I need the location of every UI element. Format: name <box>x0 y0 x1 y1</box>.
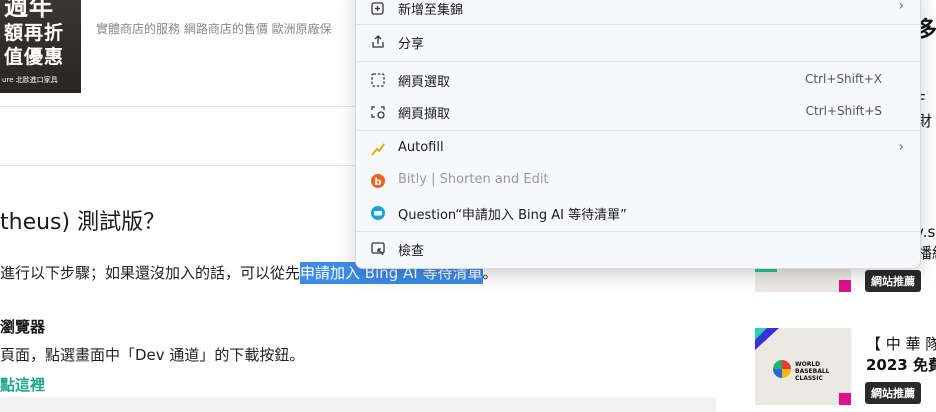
divider <box>0 165 360 166</box>
question-icon <box>371 206 385 220</box>
menu-item-label: Question“申請加入 Bing AI 等待清單” <box>398 208 627 223</box>
bitly-icon: b <box>371 174 385 188</box>
menu-item-bitly[interactable]: b Bitly | Shorten and Edit <box>356 166 920 196</box>
menu-item-label: 網頁選取 <box>398 75 451 90</box>
menu-item-label: Autofill <box>398 140 444 155</box>
ad-thumbnail[interactable]: 週年 額再折 值優惠 ure 北歐進口家具 <box>0 0 81 93</box>
chevron-right-icon: › <box>898 0 904 14</box>
menu-item-autofill[interactable]: Autofill › <box>356 134 920 164</box>
menu-item-label: Bitly | Shorten and Edit <box>398 172 549 187</box>
menu-item-web-select[interactable]: 網頁選取 Ctrl+Shift+X <box>356 65 920 95</box>
menu-item-label: 網頁擷取 <box>398 107 451 122</box>
ad-subline: ure 北歐進口家具 <box>2 76 58 84</box>
menu-separator <box>356 231 920 232</box>
menu-separator <box>356 61 920 62</box>
menu-item-inspect[interactable]: 檢查 <box>356 234 920 264</box>
menu-item-shortcut: Ctrl+Shift+X <box>805 72 882 86</box>
wbc-logo-icon <box>773 360 791 378</box>
inspect-icon <box>371 242 385 256</box>
menu-item-label: 新增至集錦 <box>398 3 464 18</box>
menu-item-question[interactable]: Question“申請加入 Bing AI 等待清單” <box>356 198 920 228</box>
ad-title-3: 值優惠 <box>4 46 65 68</box>
ad-title-1: 週年 <box>4 0 54 21</box>
menu-item-shortcut: Ctrl+Shift+S <box>805 104 882 118</box>
menu-item-label: 檢查 <box>398 244 425 259</box>
menu-item-share[interactable]: 分享 <box>356 27 920 57</box>
web-select-icon <box>371 73 385 87</box>
chevron-right-icon: › <box>898 139 904 155</box>
wbc-logo-text: WORLD BASEBALL CLASSIC <box>795 361 830 382</box>
article-heading: theus) 測試版？ <box>0 210 166 235</box>
code-block <box>0 397 716 412</box>
menu-item-label: 分享 <box>398 37 425 52</box>
thumbnail-accent <box>839 280 851 292</box>
web-capture-icon <box>371 106 385 119</box>
menu-item-add-to-collection[interactable]: 新增至集錦 › <box>356 0 920 23</box>
add-to-collection-icon <box>371 2 384 15</box>
context-menu: 新增至集錦 › 分享 網頁選取 Ctrl+Shift+X 網頁擷取 Ctrl+S… <box>355 0 921 269</box>
article-subheading: 瀏覽器 <box>0 318 46 336</box>
menu-item-web-capture[interactable]: 網頁擷取 Ctrl+Shift+S <box>356 97 920 127</box>
ad-title-2: 額再折 <box>4 22 65 44</box>
article-paragraph-2: 頁面，點選畫面中「Dev 通道」的下載按鈕。 <box>0 346 305 364</box>
sidebar-thumbnail-wbc[interactable]: WORLD BASEBALL CLASSIC <box>755 328 851 405</box>
site-recommend-badge: 網站推薦 <box>865 382 921 404</box>
paragraph-text: 進行以下步驟；如果還沒加入的話，可以從先 <box>0 264 301 282</box>
menu-separator <box>356 130 920 131</box>
site-recommend-badge: 網站推薦 <box>865 270 921 292</box>
thumbnail-accent <box>755 328 767 340</box>
menu-separator <box>356 24 920 25</box>
ad-text[interactable]: 實體商店的服務 網路商店的售價 歐洲原廠保 <box>96 20 356 37</box>
share-icon <box>372 35 384 48</box>
thumbnail-accent <box>839 393 851 405</box>
sidebar-item-3-line-2[interactable]: 2023 免費 <box>866 354 936 375</box>
sidebar-item-3-line-1[interactable]: 【 中 華 隊 <box>866 333 936 354</box>
svg-text:b: b <box>374 177 381 188</box>
download-link[interactable]: 點這裡 <box>0 374 45 395</box>
divider <box>0 106 360 107</box>
autofill-icon <box>371 143 385 156</box>
